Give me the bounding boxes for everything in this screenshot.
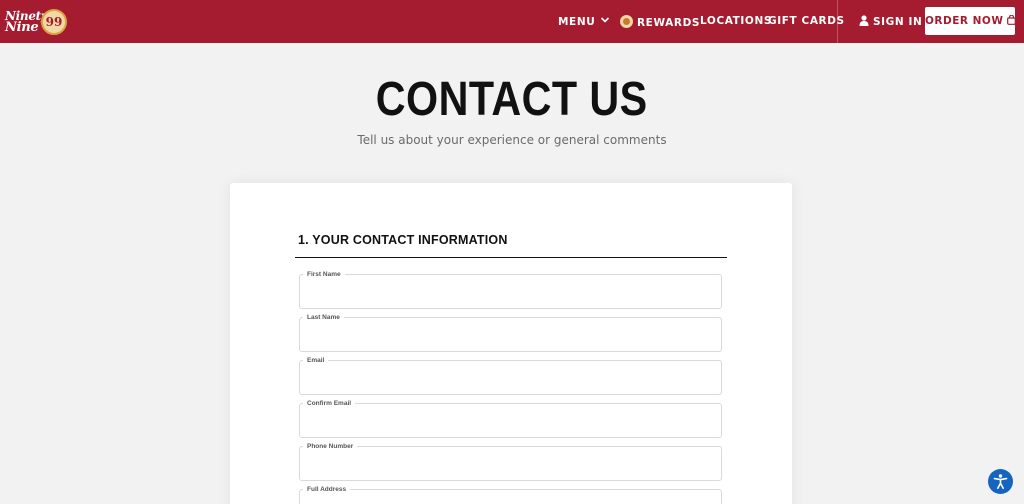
full-address-field[interactable]: Full Address: [299, 486, 722, 504]
logo-badge: 99: [41, 9, 67, 35]
page-title: CONTACT US: [375, 73, 648, 126]
nav-locations[interactable]: LOCATIONS: [700, 15, 772, 28]
page-subtitle: Tell us about your experience or general…: [357, 133, 667, 147]
last-name-input[interactable]: [308, 326, 712, 348]
section-title-contact-info: 1. YOUR CONTACT INFORMATION: [298, 233, 508, 247]
confirm-email-label: Confirm Email: [303, 400, 356, 407]
ninety-nine-logo[interactable]: Ninety Nine 99: [5, 7, 67, 37]
user-icon: [859, 15, 869, 26]
first-name-label: First Name: [303, 271, 345, 278]
nav-menu[interactable]: MENU: [558, 15, 610, 29]
logo-text-line2: Nine: [5, 20, 39, 35]
nav-divider: [837, 0, 838, 43]
phone-number-field[interactable]: Phone Number: [299, 443, 722, 481]
last-name-field[interactable]: Last Name: [299, 314, 722, 352]
full-address-input[interactable]: [308, 498, 712, 504]
email-input[interactable]: [308, 369, 712, 391]
order-now-label: ORDER NOW: [925, 15, 1004, 27]
accessibility-icon: [993, 474, 1008, 489]
order-now-button[interactable]: ORDER NOW: [925, 7, 1017, 35]
email-label: Email: [303, 357, 329, 364]
nav-gift-cards[interactable]: GIFT CARDS: [768, 15, 845, 28]
first-name-input[interactable]: [308, 283, 712, 305]
last-name-label: Last Name: [303, 314, 344, 321]
first-name-field[interactable]: First Name: [299, 271, 722, 309]
confirm-email-input[interactable]: [308, 412, 712, 434]
contact-form-card: 1. YOUR CONTACT INFORMATION First Name L…: [230, 183, 792, 504]
section-divider: [295, 257, 727, 258]
phone-number-label: Phone Number: [303, 443, 358, 450]
accessibility-button[interactable]: [988, 469, 1013, 494]
nav-rewards-label: REWARDS: [637, 17, 701, 29]
sign-in-link[interactable]: SIGN IN: [859, 15, 922, 29]
phone-number-input[interactable]: [308, 455, 712, 477]
sign-in-label: SIGN IN: [873, 16, 923, 28]
rewards-icon: [620, 15, 633, 28]
chevron-down-icon: [600, 15, 610, 23]
shopping-bag-icon: [1007, 8, 1017, 25]
full-address-label: Full Address: [303, 486, 351, 493]
email-field[interactable]: Email: [299, 357, 722, 395]
nav-menu-label: MENU: [558, 16, 596, 28]
top-navigation-bar: Ninety Nine 99 MENU REWARDS LOCATIONS GI…: [0, 0, 1024, 43]
confirm-email-field[interactable]: Confirm Email: [299, 400, 722, 438]
nav-rewards[interactable]: REWARDS: [620, 15, 700, 30]
